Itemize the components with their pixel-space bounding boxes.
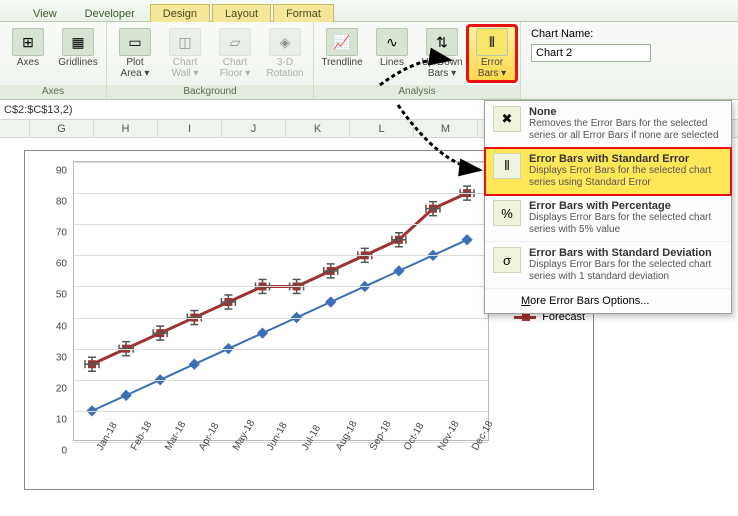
dd-stddev-desc: Displays Error Bars for the selected cha… xyxy=(529,259,723,283)
group-background: ▭ Plot Area ▾ ◫ Chart Wall ▾ ▱ Chart Flo… xyxy=(107,22,314,99)
col-G[interactable]: G xyxy=(30,120,94,137)
col-H[interactable]: H xyxy=(94,120,158,137)
group-analysis: 📈 Trendline ∿ Lines ⇅ Up/Down Bars ▾ ⫴ E… xyxy=(314,22,521,99)
trendline-icon: 📈 xyxy=(326,28,358,56)
updown-icon: ⇅ xyxy=(426,28,458,56)
updown-button[interactable]: ⇅ Up/Down Bars ▾ xyxy=(418,26,466,81)
dd-percentage[interactable]: % Error Bars with Percentage Displays Er… xyxy=(485,195,731,242)
tab-layout[interactable]: Layout xyxy=(212,4,271,22)
ribbon: ⊞ Axes ▦ Gridlines Axes ▭ Plot Area ▾ ◫ … xyxy=(0,22,738,100)
plot-area[interactable] xyxy=(73,161,489,441)
col-L[interactable]: L xyxy=(350,120,414,137)
std-error-icon: ⫴ xyxy=(493,153,521,179)
chart-floor-button: ▱ Chart Floor ▾ xyxy=(211,26,259,81)
rotation-button: ◈ 3-D Rotation xyxy=(261,26,309,81)
error-bars-icon: ⫴ xyxy=(476,28,508,56)
dd-standard-deviation[interactable]: σ Error Bars with Standard Deviation Dis… xyxy=(485,242,731,289)
dd-stderr-title: Error Bars with Standard Error xyxy=(529,153,723,165)
lines-icon: ∿ xyxy=(376,28,408,56)
group-axes: ⊞ Axes ▦ Gridlines Axes xyxy=(0,22,107,99)
tab-format[interactable]: Format xyxy=(273,4,334,22)
none-icon: ✖ xyxy=(493,106,521,132)
tab-developer[interactable]: Developer xyxy=(72,4,148,22)
group-label-axes: Axes xyxy=(0,85,106,99)
col-I[interactable]: I xyxy=(158,120,222,137)
ribbon-tabs: View Developer Design Layout Format xyxy=(0,0,738,22)
legend-swatch-forecast xyxy=(514,316,536,319)
rotation-icon: ◈ xyxy=(269,28,301,56)
dd-none-title: None xyxy=(529,106,723,118)
dd-stderr-desc: Displays Error Bars for the selected cha… xyxy=(529,165,723,189)
col-M[interactable]: M xyxy=(414,120,478,137)
dd-none-desc: Removes the Error Bars for the selected … xyxy=(529,118,723,142)
group-label-background: Background xyxy=(107,85,313,99)
error-bars-dropdown: ✖ None Removes the Error Bars for the se… xyxy=(484,100,732,314)
chart-wall-icon: ◫ xyxy=(169,28,201,56)
gridlines-icon: ▦ xyxy=(62,28,94,56)
percentage-icon: % xyxy=(493,200,521,226)
error-bars-button[interactable]: ⫴ Error Bars ▾ xyxy=(468,26,516,81)
col-K[interactable]: K xyxy=(286,120,350,137)
dd-pct-desc: Displays Error Bars for the selected cha… xyxy=(529,212,723,236)
axes-button[interactable]: ⊞ Axes xyxy=(4,26,52,71)
plot-area-button[interactable]: ▭ Plot Area ▾ xyxy=(111,26,159,81)
dd-stddev-title: Error Bars with Standard Deviation xyxy=(529,247,723,259)
dd-more-options[interactable]: MMore Error Bars Options...ore Error Bar… xyxy=(485,289,731,313)
chart-name-label: Chart Name: xyxy=(531,28,651,40)
plot-area-icon: ▭ xyxy=(119,28,151,56)
group-label-analysis: Analysis xyxy=(314,85,520,99)
chart-name-input[interactable] xyxy=(531,44,651,62)
axes-icon: ⊞ xyxy=(12,28,44,56)
col-J[interactable]: J xyxy=(222,120,286,137)
lines-button[interactable]: ∿ Lines xyxy=(368,26,416,81)
dd-pct-title: Error Bars with Percentage xyxy=(529,200,723,212)
tab-view[interactable]: View xyxy=(20,4,70,22)
chart-floor-icon: ▱ xyxy=(219,28,251,56)
tab-design[interactable]: Design xyxy=(150,4,210,22)
dd-none[interactable]: ✖ None Removes the Error Bars for the se… xyxy=(485,101,731,148)
col-spacer xyxy=(0,120,30,137)
trendline-button[interactable]: 📈 Trendline xyxy=(318,26,366,81)
y-axis: 0102030405060708090 xyxy=(25,161,71,441)
gridlines-button[interactable]: ▦ Gridlines xyxy=(54,26,102,71)
dd-standard-error[interactable]: ⫴ Error Bars with Standard Error Display… xyxy=(485,148,731,195)
chart-series xyxy=(74,162,488,440)
std-dev-icon: σ xyxy=(493,247,521,273)
chart-wall-button: ◫ Chart Wall ▾ xyxy=(161,26,209,81)
x-axis: Jan-18Feb-18Mar-18Apr-18May-18Jun-18Jul-… xyxy=(73,443,489,483)
chart-name-group: Chart Name: xyxy=(521,22,661,99)
